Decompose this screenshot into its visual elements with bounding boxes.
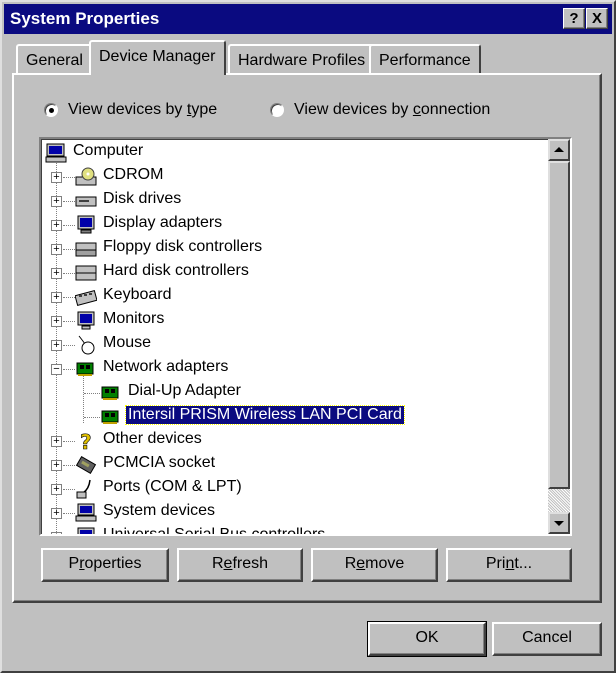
expand-plus-icon[interactable]: + <box>51 460 62 471</box>
tree-line <box>83 375 84 423</box>
scroll-down-button[interactable] <box>548 512 570 534</box>
tab-performance[interactable]: Performance <box>369 44 481 74</box>
tree-line <box>63 369 75 370</box>
tree-label: System devices <box>103 502 216 519</box>
tree-label: Hard disk controllers <box>103 262 249 279</box>
window-title: System Properties <box>10 9 160 28</box>
cancel-button[interactable]: Cancel <box>492 622 602 656</box>
mouse-icon <box>75 335 97 355</box>
port-icon <box>75 479 97 499</box>
expand-plus-icon[interactable]: + <box>51 484 62 495</box>
hard-disk-controller-icon <box>75 263 97 283</box>
expand-plus-icon[interactable]: + <box>51 532 62 534</box>
expand-plus-icon[interactable]: + <box>51 172 62 183</box>
scroll-thumb[interactable] <box>548 161 570 489</box>
network-card-icon <box>100 383 122 403</box>
radio-circle <box>44 103 58 117</box>
usb-icon <box>75 527 97 534</box>
tree-line <box>63 225 75 226</box>
tree-line <box>63 273 75 274</box>
collapse-minus-icon[interactable]: − <box>51 364 62 375</box>
scroll-up-button[interactable] <box>548 139 570 161</box>
ok-button[interactable]: OK <box>367 621 487 657</box>
tree-line <box>84 393 100 394</box>
tree-label: Intersil PRISM Wireless LAN PCI Card <box>125 405 405 425</box>
close-button[interactable]: X <box>586 8 608 29</box>
help-button[interactable]: ? <box>563 8 585 29</box>
expand-plus-icon[interactable]: + <box>51 268 62 279</box>
keyboard-icon <box>74 287 98 307</box>
expand-plus-icon[interactable]: + <box>51 508 62 519</box>
device-tree-view[interactable]: Computer + CDROM + Disk drives + Display… <box>39 137 572 536</box>
radio-circle <box>270 103 284 117</box>
tab-general[interactable]: General <box>16 44 93 74</box>
expand-plus-icon[interactable]: + <box>51 316 62 327</box>
floppy-controller-icon <box>75 239 97 259</box>
tree-label: Computer <box>73 142 144 159</box>
cdrom-icon <box>75 167 97 187</box>
print-button[interactable]: Print... <box>446 548 572 582</box>
tree-line <box>84 417 100 418</box>
expand-plus-icon[interactable]: + <box>51 244 62 255</box>
tree-label: Keyboard <box>103 286 172 303</box>
device-tree: Computer + CDROM + Disk drives + Display… <box>41 139 541 534</box>
refresh-button[interactable]: Refresh <box>177 548 303 582</box>
tree-label: PCMCIA socket <box>103 454 216 471</box>
radio-label-by-type: View devices by type <box>68 101 218 118</box>
tree-line <box>63 441 75 442</box>
tree-label: Network adapters <box>103 358 229 375</box>
radio-label-by-connection: View devices by connection <box>294 101 491 118</box>
radio-dot <box>49 108 54 113</box>
tree-line <box>63 201 75 202</box>
pcmcia-icon <box>75 455 97 475</box>
arrow-up-icon <box>554 147 564 152</box>
tab-device-manager[interactable]: Device Manager <box>89 40 226 75</box>
disk-drive-icon <box>75 191 97 211</box>
system-devices-icon <box>75 503 97 523</box>
tab-hardware-profiles[interactable]: Hardware Profiles <box>228 44 376 74</box>
tree-line <box>63 297 75 298</box>
tree-label: Disk drives <box>103 190 182 207</box>
tree-label: Ports (COM & LPT) <box>103 478 242 495</box>
question-mark-icon: ? <box>75 430 97 455</box>
tree-line <box>63 513 75 514</box>
tree-line <box>63 177 75 178</box>
display-adapter-icon <box>75 215 97 235</box>
tree-label: Monitors <box>103 310 165 327</box>
tree-label: Floppy disk controllers <box>103 238 263 255</box>
tree-line <box>63 465 75 466</box>
remove-button[interactable]: Remove <box>311 548 438 582</box>
expand-plus-icon[interactable]: + <box>51 340 62 351</box>
tree-label: Other devices <box>103 430 202 447</box>
tree-line <box>63 321 75 322</box>
title-bar[interactable]: System Properties ? X <box>4 4 612 34</box>
scroll-track[interactable] <box>548 489 570 512</box>
expand-plus-icon[interactable]: + <box>51 292 62 303</box>
expand-plus-icon[interactable]: + <box>51 220 62 231</box>
vertical-scrollbar[interactable] <box>548 139 570 534</box>
expand-plus-icon[interactable]: + <box>51 196 62 207</box>
network-card-icon <box>100 407 122 427</box>
tree-label: Mouse <box>103 334 152 351</box>
tree-line <box>63 249 75 250</box>
tree-label: Universal Serial Bus controllers <box>101 526 327 534</box>
tree-line <box>63 489 75 490</box>
svg-text:?: ? <box>80 431 92 451</box>
tree-label: Dial-Up Adapter <box>128 382 241 399</box>
tree-label: CDROM <box>103 166 164 183</box>
network-adapter-icon <box>75 359 97 379</box>
tree-label: Display adapters <box>103 214 223 231</box>
computer-icon <box>45 143 67 163</box>
arrow-down-icon <box>554 521 564 526</box>
tree-line <box>63 345 75 346</box>
monitor-icon <box>75 311 97 331</box>
expand-plus-icon[interactable]: + <box>51 436 62 447</box>
properties-button[interactable]: Properties <box>41 548 169 582</box>
